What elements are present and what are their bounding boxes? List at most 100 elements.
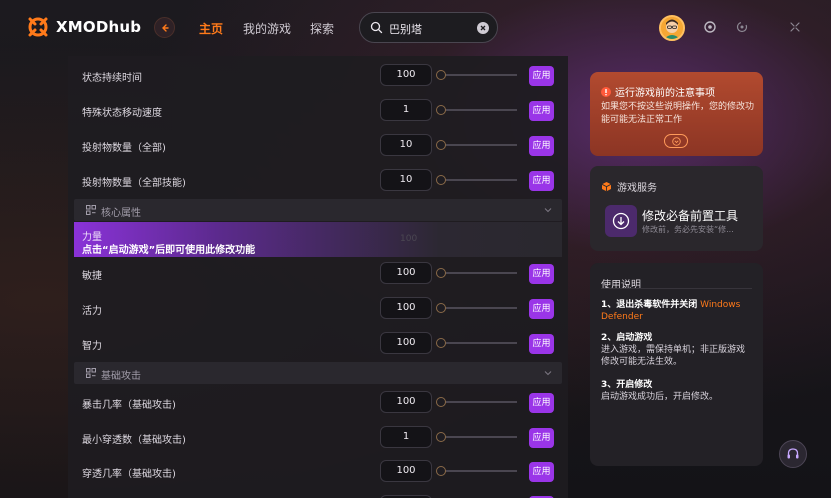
value-input[interactable]: 100 <box>380 332 432 354</box>
step-title: 1、退出杀毒软件并关闭 <box>601 300 698 310</box>
services-header: 游戏服务 <box>601 179 657 194</box>
slider-handle[interactable] <box>436 105 446 115</box>
usage-guide-card: 使用说明 1、退出杀毒软件并关闭 Windows Defender 2、启动游戏… <box>590 263 763 466</box>
value-input[interactable]: 1 <box>380 426 432 448</box>
grid-icon <box>86 368 96 378</box>
search-icon <box>370 21 383 34</box>
app-logo[interactable]: XMODhub <box>27 16 141 38</box>
services-title: 游戏服务 <box>617 183 657 194</box>
guide-step-1: 1、退出杀毒软件并关闭 Windows Defender <box>601 299 753 323</box>
service-name[interactable]: 修改必备前置工具 <box>642 207 738 224</box>
expand-button[interactable] <box>664 134 688 148</box>
apply-button[interactable]: 应用 <box>529 299 554 319</box>
locked-message: 点击“启动游戏”后即可使用此修改功能 <box>82 245 256 256</box>
game-services-card: 游戏服务 修改必备前置工具 修改前，务必先安装“修... <box>590 166 763 251</box>
download-tool-button[interactable] <box>605 205 637 237</box>
slider-track[interactable] <box>440 342 517 344</box>
slider-track[interactable] <box>440 109 517 111</box>
value-input[interactable]: 10 <box>380 134 432 156</box>
nav-explore[interactable]: 探索 <box>310 20 334 37</box>
slider-handle[interactable] <box>436 432 446 442</box>
section-title: 基础攻击 <box>101 371 141 382</box>
section-basic-attack[interactable]: 基础攻击 <box>74 362 562 384</box>
apply-button[interactable]: 应用 <box>529 334 554 354</box>
slider-handle[interactable] <box>436 466 446 476</box>
search-box[interactable]: 巴别塔 <box>359 12 498 43</box>
option-label: 投射物数量（全部) <box>82 143 166 154</box>
option-row: 特殊状态移动速度 1 应用 <box>68 94 568 128</box>
value-input[interactable]: 100 <box>380 297 432 319</box>
guide-step-3: 3、开启修改 启动游戏成功后，开启修改。 <box>601 379 753 403</box>
option-row: 最小穿透数（基础攻击) 1 应用 <box>68 421 568 455</box>
slider-handle[interactable] <box>436 175 446 185</box>
option-label: 投射物数量（全部技能) <box>82 178 186 189</box>
slider-handle[interactable] <box>436 397 446 407</box>
avatar[interactable] <box>659 15 685 41</box>
divider <box>601 288 752 289</box>
apply-button[interactable]: 应用 <box>529 393 554 413</box>
notice-card: 运行游戏前的注意事项 如果您不按这些说明操作，您的修改功能可能无法正常工作 <box>590 72 763 156</box>
clear-icon[interactable] <box>477 22 489 34</box>
option-label: 最小穿透数（基础攻击) <box>82 435 186 446</box>
disabled-value: 100 <box>400 234 418 244</box>
value-input[interactable]: 100 <box>380 64 432 86</box>
slider-handle[interactable] <box>436 303 446 313</box>
apply-button[interactable]: 应用 <box>529 428 554 448</box>
slider-track[interactable] <box>440 401 517 403</box>
option-label: 特殊状态移动速度 <box>82 108 162 119</box>
xmod-logo-icon <box>28 17 48 37</box>
mod-options-panel: 状态持续时间 100 应用 特殊状态移动速度 1 应用 投射物数量（全部) 10… <box>68 56 568 498</box>
nav-my-games[interactable]: 我的游戏 <box>243 20 291 37</box>
warning-icon <box>601 86 611 97</box>
slider-track[interactable] <box>440 272 517 274</box>
slider-track[interactable] <box>440 470 517 472</box>
value-input[interactable]: 10 <box>380 169 432 191</box>
section-core-attributes[interactable]: 核心属性 <box>74 199 562 221</box>
slider-track[interactable] <box>440 307 517 309</box>
slider-handle[interactable] <box>436 338 446 348</box>
option-row: 穿透几率（基础攻击) 100 应用 <box>68 455 568 489</box>
slider-handle[interactable] <box>436 70 446 80</box>
back-button[interactable] <box>154 17 175 38</box>
option-label: 敏捷 <box>82 271 102 282</box>
slider-track[interactable] <box>440 179 517 181</box>
chevron-down-icon <box>544 371 552 376</box>
value-input[interactable]: 100 <box>380 391 432 413</box>
apply-button[interactable]: 应用 <box>529 101 554 121</box>
apply-button[interactable]: 应用 <box>529 264 554 284</box>
headset-icon <box>787 448 799 459</box>
apply-button[interactable]: 应用 <box>529 136 554 156</box>
notification-icon[interactable] <box>703 20 717 34</box>
top-bar: XMODhub 主页 我的游戏 探索 巴别塔 <box>0 0 831 56</box>
maximize-icon[interactable] <box>788 20 802 34</box>
nav-home[interactable]: 主页 <box>199 20 223 37</box>
option-row: 投射物数量（全部) 10 应用 <box>68 129 568 163</box>
support-button[interactable] <box>779 440 807 468</box>
option-row: 敏捷 100 应用 <box>68 257 568 291</box>
minimize-icon[interactable] <box>735 20 749 34</box>
arrow-left-icon <box>161 23 169 32</box>
slider-handle[interactable] <box>436 268 446 278</box>
slider-handle[interactable] <box>436 140 446 150</box>
option-label: 智力 <box>82 341 102 352</box>
step-title: 3、开启修改 <box>601 380 653 390</box>
apply-button[interactable]: 应用 <box>529 171 554 191</box>
option-row: 活力 100 应用 <box>68 292 568 326</box>
chevron-down-icon <box>544 208 552 213</box>
option-row: 暴击几率（基础攻击) 100 应用 <box>68 386 568 420</box>
option-label: 暴击几率（基础攻击) <box>82 400 176 411</box>
slider-track[interactable] <box>440 144 517 146</box>
apply-button[interactable]: 应用 <box>529 462 554 482</box>
guide-step-2: 2、启动游戏 进入游戏，需保持单机；非正版游戏修改可能无法生效。 <box>601 332 753 368</box>
slider-track[interactable] <box>440 436 517 438</box>
value-input[interactable]: 1 <box>380 99 432 121</box>
grid-icon <box>86 205 96 215</box>
apply-button[interactable]: 应用 <box>529 66 554 86</box>
slider-track[interactable] <box>440 74 517 76</box>
value-input[interactable]: 100 <box>380 460 432 482</box>
option-label: 活力 <box>82 306 102 317</box>
value-input[interactable]: 100 <box>380 262 432 284</box>
step-body: 启动游戏成功后，开启修改。 <box>601 392 719 402</box>
search-input[interactable]: 巴别塔 <box>389 21 422 37</box>
locked-option-row: 力量 点击“启动游戏”后即可使用此修改功能 100 <box>74 222 562 257</box>
